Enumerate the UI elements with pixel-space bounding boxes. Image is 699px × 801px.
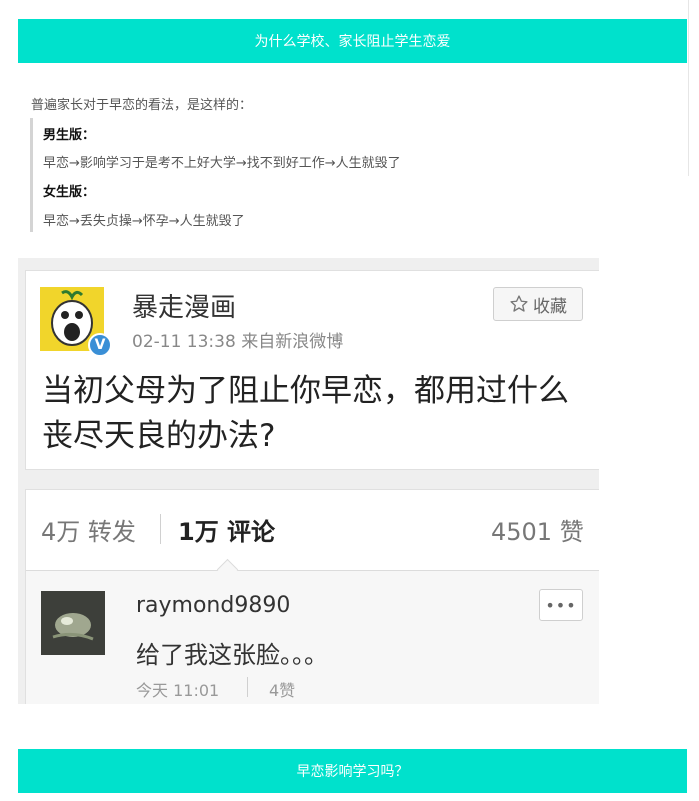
girls-text: 早恋→丢失贞操→怀孕→人生就毁了 bbox=[43, 214, 245, 229]
comment-likes[interactable]: 4赞 bbox=[269, 677, 295, 701]
tab-divider bbox=[160, 514, 161, 544]
comment-time: 今天 11:01 bbox=[136, 681, 220, 700]
tab-comments[interactable]: 1万 评论 bbox=[178, 512, 275, 547]
section-heading-bottom: 早恋影响学习吗？ bbox=[18, 749, 687, 793]
commenter-avatar[interactable] bbox=[41, 591, 105, 655]
weibo-screenshot: V 暴走漫画 02-11 13:38 来自新浪微博 收藏 当初父母为了阻止你早恋… bbox=[18, 258, 599, 704]
interaction-tabs: 4万 转发 1万 评论 4501 赞 bbox=[26, 490, 599, 571]
boys-text: 早恋→影响学习于是考不上好大学→找不到好工作→人生就毁了 bbox=[43, 156, 401, 171]
tab-reposts[interactable]: 4万 转发 bbox=[41, 512, 136, 547]
comment-meta-divider bbox=[247, 677, 248, 697]
favorite-label: 收藏 bbox=[533, 296, 567, 317]
commenter-avatar-icon bbox=[41, 591, 105, 655]
intro-text: 普遍家长对于早恋的看法，是这样的： bbox=[31, 98, 253, 113]
more-options-button[interactable]: ••• bbox=[539, 589, 583, 621]
tab-likes[interactable]: 4501 赞 bbox=[491, 512, 584, 547]
comment-item: raymond9890 给了我这张脸。。。 今天 11:01 4赞 ••• bbox=[26, 571, 599, 704]
verified-v-icon: V bbox=[88, 333, 112, 357]
post-meta: 02-11 13:38 来自新浪微博 bbox=[132, 332, 344, 352]
comment-text: 给了我这张脸。。。 bbox=[136, 641, 328, 669]
boys-label: 男生版： bbox=[43, 128, 96, 143]
divider-line bbox=[688, 0, 689, 176]
favorite-button[interactable]: 收藏 bbox=[493, 287, 583, 321]
weibo-post-card: V 暴走漫画 02-11 13:38 来自新浪微博 收藏 当初父母为了阻止你早恋… bbox=[25, 270, 599, 470]
section-heading-top: 为什么学校、家长阻止学生恋爱 bbox=[18, 19, 687, 63]
quote-block: 男生版： 早恋→影响学习于是考不上好大学→找不到好工作→人生就毁了 女生版： 早… bbox=[30, 118, 433, 232]
commenter-username[interactable]: raymond9890 bbox=[136, 593, 290, 618]
girls-label: 女生版： bbox=[43, 185, 96, 200]
star-outline-icon bbox=[510, 295, 528, 312]
weibo-interactions-card: 4万 转发 1万 评论 4501 赞 raymond9890 给了我这张脸。。。… bbox=[25, 489, 599, 704]
post-username[interactable]: 暴走漫画 bbox=[132, 287, 236, 324]
post-text: 当初父母为了阻止你早恋，都用过什么丧尽天良的办法? bbox=[42, 373, 569, 454]
